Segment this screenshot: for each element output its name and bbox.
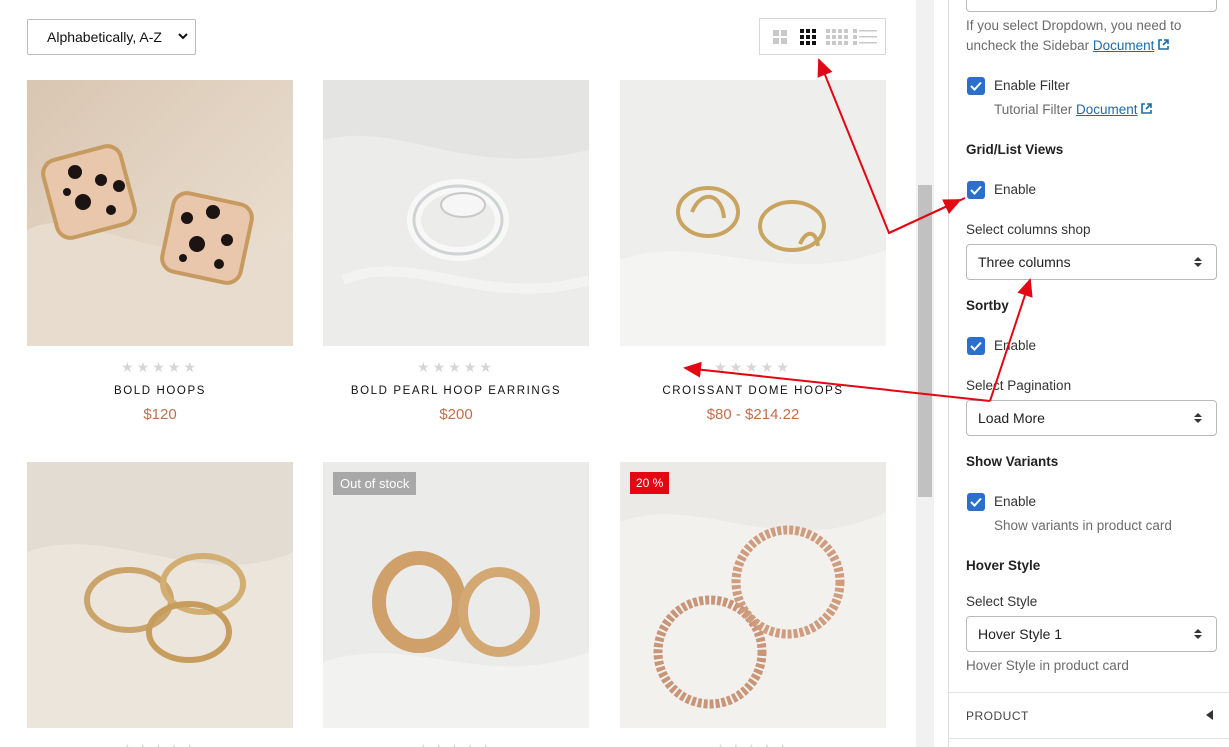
product-image-bold-pearl-hoop-earrings[interactable] bbox=[323, 80, 589, 346]
dropdown-note: If you select Dropdown, you need to bbox=[966, 18, 1182, 33]
text-field[interactable] bbox=[966, 0, 1217, 12]
hover-style-label: Select Style bbox=[966, 594, 1038, 609]
product-card[interactable]: ★★★★★ bbox=[27, 462, 293, 747]
tutorial-filter-text: Tutorial Filter bbox=[994, 102, 1073, 117]
checkmark-icon bbox=[970, 341, 982, 351]
rating-stars: ★★★★★ bbox=[323, 742, 589, 747]
chevron-down-icon bbox=[178, 33, 188, 40]
product-price: $120 bbox=[143, 406, 177, 423]
grid-list-checkbox[interactable] bbox=[967, 181, 985, 199]
hover-style-select-value: Hover Style 1 bbox=[978, 626, 1063, 642]
list-icon[interactable] bbox=[852, 28, 877, 46]
grid-list-heading: Grid/List Views bbox=[966, 142, 1064, 157]
product-image[interactable]: 20 % bbox=[620, 462, 886, 728]
product-image[interactable]: Out of stock bbox=[323, 462, 589, 728]
rating-stars: ★★★★★ bbox=[417, 360, 495, 376]
accordion-label: PRODUCT bbox=[966, 709, 1029, 723]
columns-select[interactable]: Three columns bbox=[966, 244, 1217, 280]
grid-list-enable-label: Enable bbox=[994, 182, 1037, 197]
product-card[interactable]: ★★★★★ BOLD PEARL HOOP EARRINGS $200 bbox=[323, 80, 589, 423]
pagination-select[interactable]: Load More bbox=[966, 400, 1217, 436]
pagination-select-value: Load More bbox=[978, 410, 1045, 426]
sale-badge: 20 % bbox=[630, 472, 670, 494]
enable-filter-label: Enable Filter bbox=[994, 78, 1070, 93]
product-name[interactable]: CROISSANT DOME HOOPS bbox=[620, 385, 886, 397]
sortby-enable-label: Enable bbox=[994, 338, 1037, 353]
grid-2-icon[interactable] bbox=[768, 28, 792, 46]
enable-filter-checkbox[interactable] bbox=[967, 77, 985, 95]
product-price: $80 - $214.22 bbox=[706, 406, 800, 423]
external-link-icon bbox=[1141, 103, 1153, 114]
variants-note: Show variants in product card bbox=[994, 518, 1172, 533]
sort-select[interactable]: Alphabetically, A-Z bbox=[27, 19, 196, 55]
scrollbar-thumb[interactable] bbox=[918, 185, 932, 497]
product-name[interactable]: BOLD PEARL HOOP EARRINGS bbox=[323, 385, 589, 397]
document-link[interactable]: Document bbox=[1076, 102, 1138, 117]
product-image-bold-hoops[interactable] bbox=[27, 80, 293, 346]
rating-stars: ★★★★★ bbox=[620, 742, 886, 747]
sort-select-value: Alphabetically, A-Z bbox=[47, 29, 162, 45]
hover-style-select[interactable]: Hover Style 1 bbox=[966, 616, 1217, 652]
product-name[interactable]: BOLD HOOPS bbox=[27, 385, 293, 397]
caret-left-icon bbox=[1206, 710, 1213, 720]
updown-icon bbox=[1194, 257, 1202, 267]
sortby-heading: Sortby bbox=[966, 298, 1009, 313]
columns-label: Select columns shop bbox=[966, 222, 1091, 237]
rating-stars: ★★★★★ bbox=[121, 360, 199, 376]
product-image[interactable] bbox=[27, 462, 293, 728]
product-card[interactable]: ★★★★★ CROISSANT DOME HOOPS $80 - $214.22 bbox=[620, 80, 886, 423]
grid-3-icon[interactable] bbox=[796, 28, 820, 46]
product-accordion[interactable]: PRODUCT bbox=[949, 692, 1229, 739]
product-card[interactable]: ★★★★★ BOLD HOOPS $120 bbox=[27, 80, 293, 423]
updown-icon bbox=[1194, 629, 1202, 639]
out-of-stock-badge: Out of stock bbox=[333, 472, 417, 495]
checkmark-icon bbox=[970, 497, 982, 507]
hover-style-note: Hover Style in product card bbox=[966, 658, 1129, 673]
grid-4-icon[interactable] bbox=[825, 28, 849, 46]
product-image-croissant-dome-hoops[interactable] bbox=[620, 80, 886, 346]
document-link[interactable]: Document bbox=[1093, 38, 1155, 53]
sortby-checkbox[interactable] bbox=[967, 337, 985, 355]
checkmark-icon bbox=[970, 185, 982, 195]
dropdown-note-text: uncheck the Sidebar bbox=[966, 38, 1090, 53]
columns-select-value: Three columns bbox=[978, 254, 1071, 270]
tutorial-filter: Tutorial Filter Document bbox=[994, 102, 1153, 117]
product-card[interactable]: Out of stock ★★★★★ bbox=[323, 462, 589, 747]
view-switcher bbox=[759, 18, 886, 55]
variants-checkbox[interactable] bbox=[967, 493, 985, 511]
product-price: $200 bbox=[439, 406, 473, 423]
dropdown-note-2: uncheck the Sidebar Document bbox=[966, 38, 1169, 53]
variants-enable-label: Enable bbox=[994, 494, 1037, 509]
store-preview: Alphabetically, A-Z ★★★★★ BOLD HOOPS $12… bbox=[0, 0, 916, 747]
external-link-icon bbox=[1158, 39, 1169, 50]
updown-icon bbox=[1194, 413, 1202, 423]
variants-heading: Show Variants bbox=[966, 454, 1059, 469]
checkmark-icon bbox=[970, 81, 982, 91]
rating-stars: ★★★★★ bbox=[714, 360, 792, 376]
product-card[interactable]: 20 % ★★★★★ bbox=[620, 462, 886, 747]
hover-heading: Hover Style bbox=[966, 558, 1041, 573]
rating-stars: ★★★★★ bbox=[27, 742, 293, 747]
pagination-label: Select Pagination bbox=[966, 378, 1072, 393]
